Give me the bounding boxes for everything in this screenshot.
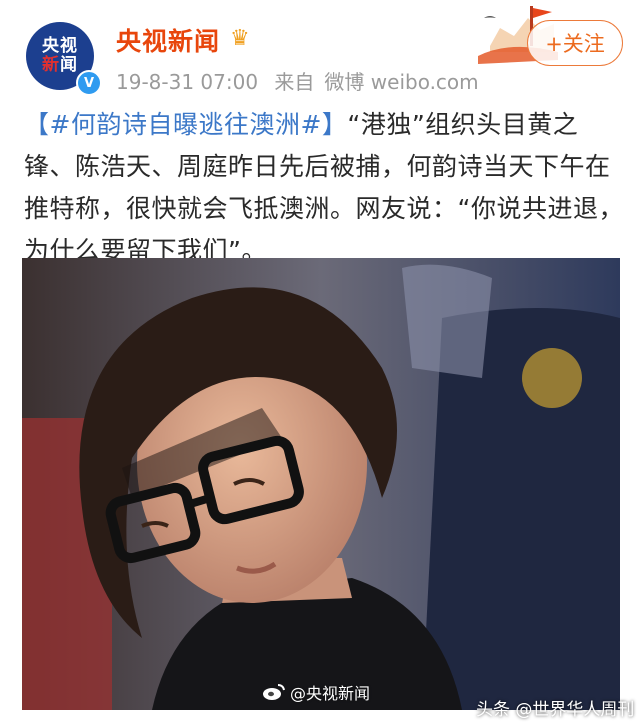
account-name[interactable]: 央视新闻 bbox=[116, 22, 220, 58]
post-source[interactable]: 微博 weibo.com bbox=[324, 70, 478, 94]
post-meta: 19-8-31 07:00 来自 微博 weibo.com bbox=[116, 66, 489, 95]
follow-button[interactable]: +关注 bbox=[527, 20, 623, 66]
source-prefix: 来自 bbox=[274, 70, 315, 94]
post-date: 19-8-31 07:00 bbox=[116, 70, 259, 94]
post-header: 央视 新闻 V 央视新闻 ♛ 19-8-31 07:00 来自 微博 weibo.… bbox=[0, 0, 640, 100]
post-body: 【#何韵诗自曝逃往澳洲#】“港独”组织头目黄之锋、陈浩天、周庭昨日先后被捕，何韵… bbox=[24, 104, 624, 272]
watermark-text: @央视新闻 bbox=[290, 684, 371, 703]
photo-illustration bbox=[22, 258, 620, 710]
weibo-logo-icon bbox=[263, 684, 285, 700]
avatar-text-red: 新 bbox=[42, 55, 60, 75]
avatar-text-top: 央视 bbox=[42, 36, 78, 56]
crown-icon: ♛ bbox=[230, 26, 250, 51]
post-photo[interactable] bbox=[22, 258, 620, 710]
hashtag-link[interactable]: 【#何韵诗自曝逃往澳洲#】 bbox=[24, 110, 347, 139]
avatar-text-bottom: 新闻 bbox=[42, 56, 78, 75]
avatar-text-white: 闻 bbox=[60, 55, 78, 75]
photo-watermark: @央视新闻 bbox=[262, 680, 370, 704]
verified-badge-icon: V bbox=[76, 70, 102, 96]
source-credit: 头条 @世界华人周刊 bbox=[476, 700, 635, 720]
